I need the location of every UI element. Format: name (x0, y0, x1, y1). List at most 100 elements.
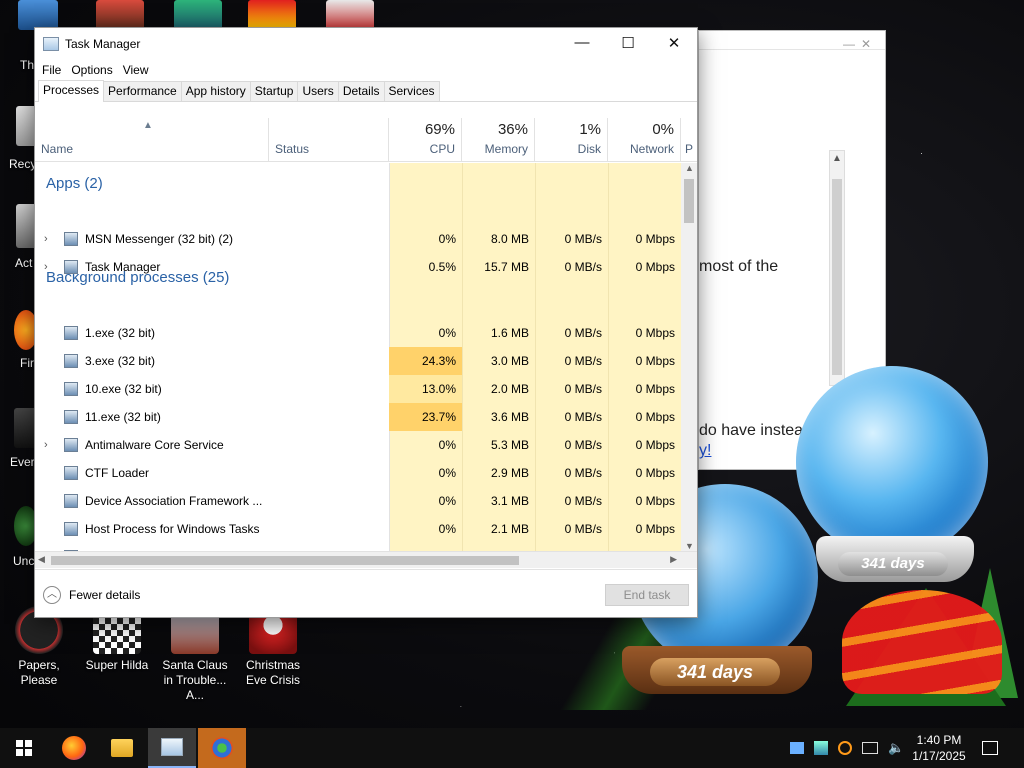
column-header-network[interactable]: 0% Network (608, 118, 681, 161)
tab-performance[interactable]: Performance (103, 81, 182, 101)
process-row[interactable]: 1.exe (32 bit) 0% 1.6 MB 0 MB/s 0 Mbps (35, 319, 681, 347)
background-window-scrollbar[interactable]: ▲ (829, 150, 845, 386)
background-link[interactable]: y! (699, 442, 711, 460)
column-header-memory[interactable]: 36% Memory (462, 118, 535, 161)
process-disk: 0 MB/s (535, 543, 608, 551)
task-manager-window[interactable]: Task Manager — ☐ ✕ File Options View Pro… (34, 27, 698, 618)
scroll-down-icon[interactable]: ▼ (685, 541, 694, 551)
taskbar-firefox[interactable] (50, 728, 98, 768)
taskbar-msn-messenger[interactable] (198, 728, 246, 768)
process-row[interactable]: › Runtime Broker 0%0.9 MB0 MB/s0 Mbps (35, 543, 681, 551)
desktop-icon-top-1[interactable] (18, 0, 58, 30)
chevron-right-icon[interactable]: › (44, 225, 48, 253)
chevron-right-icon[interactable]: › (44, 543, 48, 551)
process-icon (64, 354, 78, 368)
minimize-button[interactable]: — (559, 28, 605, 57)
tray-search-icon[interactable] (838, 741, 852, 755)
process-disk: 0 MB/s (564, 522, 602, 536)
cpu-total: 69% (424, 121, 455, 138)
msn-messenger-icon (211, 737, 233, 759)
menu-view[interactable]: View (118, 63, 154, 77)
desktop-icon-top-4[interactable] (248, 0, 296, 30)
process-row[interactable]: › Antimalware Core Service 0% 5.3 MB 0 MB/s 0… (35, 431, 681, 459)
process-cpu: 0% (389, 543, 462, 551)
process-memory: 1.6 MB (490, 326, 529, 340)
start-button[interactable] (0, 728, 48, 768)
tab-details[interactable]: Details (337, 81, 385, 101)
desktop-icon-top-3[interactable] (174, 0, 222, 30)
memory-total: 36% (497, 121, 528, 138)
process-icon (64, 382, 78, 396)
fewer-details-button[interactable]: ︿ Fewer details (43, 586, 140, 604)
process-row[interactable]: 11.exe (32 bit) 23.7% 3.6 MB 0 MB/s 0 Mbps (35, 403, 681, 431)
column-header-power[interactable]: P (681, 118, 697, 161)
column-header-disk[interactable]: 1% Disk (535, 118, 608, 161)
taskbar-file-explorer[interactable] (98, 728, 146, 768)
desktop-icon-santa-claus[interactable]: Santa Claus in Trouble... A... (157, 606, 233, 703)
tray-volume-icon[interactable]: 🔈 (888, 740, 904, 756)
scroll-right-icon[interactable]: ▶ (670, 554, 677, 565)
scroll-up-icon[interactable]: ▲ (685, 163, 694, 173)
process-disk: 0 MB/s (564, 232, 602, 246)
desktop-label-partial: Recy (9, 157, 37, 171)
process-name: Device Association Framework ... (85, 494, 263, 508)
desktop-icon-christmas-eve-crisis[interactable]: Christmas Eve Crisis (235, 606, 311, 688)
scroll-up-icon[interactable]: ▲ (832, 153, 842, 164)
scroll-thumb[interactable] (684, 179, 694, 223)
tab-app-history[interactable]: App history (180, 81, 251, 101)
column-label: CPU (429, 142, 455, 156)
process-icon (64, 494, 78, 508)
process-memory: 3.6 MB (490, 410, 529, 424)
task-manager-icon (43, 36, 59, 51)
process-row[interactable]: 3.exe (32 bit) 24.3% 3.0 MB 0 MB/s 0 Mbps (35, 347, 681, 375)
chevron-right-icon[interactable]: › (44, 253, 48, 281)
tab-startup[interactable]: Startup (249, 81, 299, 101)
process-cpu: 0.5% (428, 260, 456, 274)
menu-file[interactable]: File (37, 63, 66, 77)
process-list: Apps (2) Background processes (25) › MSN … (35, 163, 681, 551)
process-row[interactable]: 10.exe (32 bit) 13.0% 2.0 MB 0 MB/s 0 Mbps (35, 375, 681, 403)
process-name: 3.exe (32 bit) (85, 354, 156, 368)
tab-processes[interactable]: Processes (38, 80, 105, 102)
chevron-right-icon[interactable]: › (44, 431, 48, 459)
desktop-icon-top-2[interactable] (96, 0, 144, 30)
desktop-icon-papers-please[interactable]: Papers, Please (1, 606, 77, 688)
taskbar-clock[interactable]: 1:40 PM 1/17/2025 (904, 732, 974, 764)
process-memory: 0.9 MB (462, 543, 535, 551)
column-header-name[interactable]: ▲ Name (35, 118, 269, 161)
group-header-apps[interactable]: Apps (2) (46, 175, 103, 192)
process-network: 0 Mbps (635, 438, 675, 452)
process-disk: 0 MB/s (564, 466, 602, 480)
process-disk: 0 MB/s (564, 410, 602, 424)
process-cpu: 0% (438, 232, 456, 246)
tray-network-icon[interactable] (862, 742, 878, 754)
column-header-status[interactable]: Status (269, 118, 389, 161)
desktop-icon-top-5[interactable] (326, 0, 374, 30)
process-row[interactable]: › MSN Messenger (32 bit) (2) 0% 8.0 MB 0 MB/… (35, 225, 681, 253)
notification-center[interactable] (982, 728, 1002, 768)
title-bar[interactable]: Task Manager — ☐ ✕ (35, 28, 697, 59)
horizontal-scrollbar[interactable]: ◀ ▶ (35, 551, 697, 568)
scroll-thumb[interactable] (832, 179, 842, 375)
process-row[interactable]: CTF Loader 0% 2.9 MB 0 MB/s 0 Mbps (35, 459, 681, 487)
column-header-cpu[interactable]: 69% CPU (389, 118, 462, 161)
process-row[interactable]: Host Process for Windows Tasks 0% 2.1 MB 0 … (35, 515, 681, 543)
taskbar-task-manager[interactable] (148, 728, 196, 768)
close-button[interactable]: ✕ (651, 28, 697, 57)
process-row[interactable]: › Task Manager 0.5% 15.7 MB 0 MB/s 0 Mbps (35, 253, 681, 281)
process-name: 1.exe (32 bit) (85, 326, 156, 340)
process-memory: 5.3 MB (490, 438, 529, 452)
vertical-scrollbar[interactable]: ▲ ▼ (681, 163, 697, 551)
process-row[interactable]: Device Association Framework ... 0% 3.1 MB… (35, 487, 681, 515)
tray-app-icon[interactable] (790, 742, 804, 754)
maximize-button[interactable]: ☐ (605, 28, 651, 57)
scroll-left-icon[interactable]: ◀ (38, 554, 45, 565)
end-task-button[interactable]: End task (605, 584, 689, 606)
tray-network-user-icon[interactable] (814, 741, 828, 755)
tab-services[interactable]: Services (383, 81, 440, 101)
snow-globe-large (796, 366, 988, 558)
tab-users[interactable]: Users (297, 81, 339, 101)
process-network: 0 Mbps (635, 382, 675, 396)
scroll-thumb[interactable] (51, 556, 519, 565)
menu-options[interactable]: Options (66, 63, 117, 77)
